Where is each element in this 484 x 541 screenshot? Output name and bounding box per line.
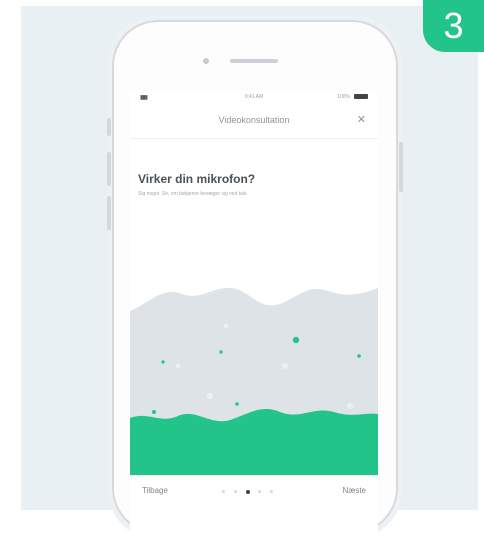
back-button[interactable]: Tilbage: [142, 486, 168, 495]
page-indicator: [222, 489, 282, 496]
volume-up-button: [107, 152, 111, 186]
microphone-question: Virker din mikrofon?: [138, 172, 256, 186]
particle-dot: [211, 447, 221, 457]
audio-visualizer-graphic: [130, 287, 378, 496]
particle-dot: [357, 354, 361, 358]
particle-dot: [315, 440, 323, 448]
instruction-text: Sig noget. Se, om bølgerne bevæger sig v…: [138, 191, 249, 197]
page-dot-active[interactable]: [246, 489, 250, 494]
voice-wave: [130, 409, 378, 476]
volume-down-button: [107, 196, 111, 230]
screen-title: Videokonsultation: [218, 115, 290, 125]
particle-dot: [223, 323, 229, 329]
page-dot[interactable]: [270, 490, 273, 493]
phone-frame: ▮▮▮ 9:41 AM 100% Videokonsultation ✕ Vir…: [107, 20, 403, 541]
particle-dot: [161, 360, 165, 364]
particle-dot: [282, 363, 288, 369]
particle-dot: [151, 451, 155, 455]
audio-visualizer: [130, 216, 378, 496]
mute-switch: [107, 118, 111, 136]
phone-screen: ▮▮▮ 9:41 AM 100% Videokonsultation ✕ Vir…: [130, 91, 378, 541]
particle-dot: [347, 403, 353, 409]
particle-dot: [207, 393, 213, 399]
step-badge: 3: [423, 0, 484, 52]
page-dot[interactable]: [234, 490, 237, 493]
page-dot[interactable]: [258, 490, 261, 493]
next-button[interactable]: Næste: [342, 486, 366, 495]
particle-dot: [266, 454, 270, 458]
particle-dot: [272, 424, 276, 428]
particle-dot: [219, 350, 223, 354]
front-camera: [203, 58, 209, 64]
screen-header: Videokonsultation ✕: [130, 103, 378, 139]
battery-icon: [354, 94, 368, 99]
close-icon[interactable]: ✕: [357, 113, 366, 126]
earpiece-speaker: [230, 59, 278, 63]
particle-dot: [325, 418, 329, 422]
page-dot[interactable]: [222, 490, 225, 493]
particle-dot: [175, 363, 181, 369]
status-bar: ▮▮▮ 9:41 AM 100%: [130, 91, 378, 103]
battery-percent: 100%: [337, 94, 350, 100]
particle-dot: [235, 402, 239, 406]
power-button: [399, 142, 403, 192]
particle-dot: [152, 410, 156, 414]
particle-dot: [292, 336, 300, 344]
